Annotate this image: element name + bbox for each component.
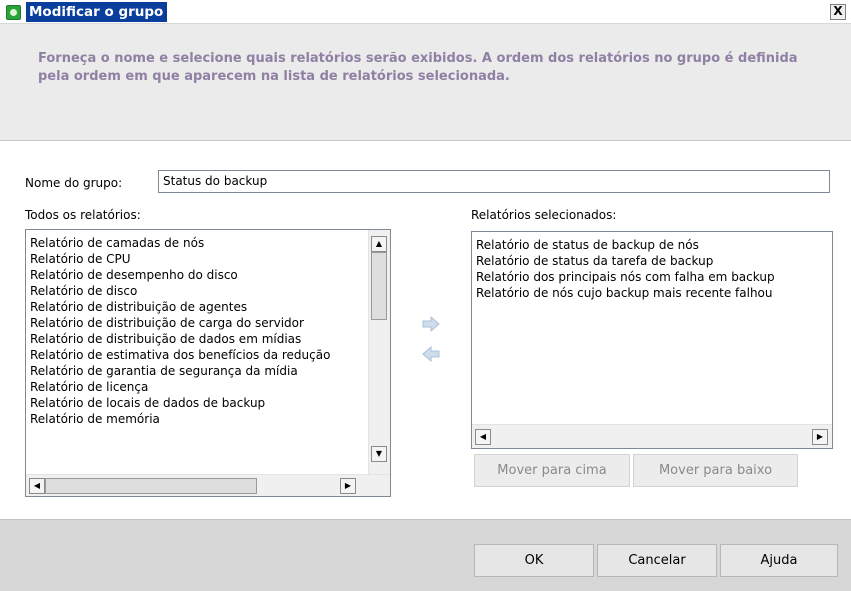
horizontal-scrollbar[interactable]: ◀ ▶ <box>472 424 832 448</box>
list-item[interactable]: Relatório de garantia de segurança da mí… <box>30 363 366 379</box>
group-name-input[interactable]: Status do backup <box>158 170 830 193</box>
vertical-scrollbar[interactable]: ▲ ▼ <box>368 230 390 476</box>
ok-button[interactable]: OK <box>474 544 594 577</box>
scrollbar-thumb[interactable] <box>45 478 257 494</box>
move-up-button[interactable]: Mover para cima <box>474 454 630 487</box>
selected-reports-label: Relatórios selecionados: <box>471 208 617 222</box>
list-item[interactable]: Relatório de distribuição de carga do se… <box>30 315 366 331</box>
list-item[interactable]: Relatório de desempenho do disco <box>30 267 366 283</box>
list-item[interactable]: Relatório de licença <box>30 379 366 395</box>
list-item[interactable]: Relatório de distribuição de agentes <box>30 299 366 315</box>
list-item[interactable]: Relatório de status da tarefa de backup <box>476 253 830 269</box>
list-item[interactable]: Relatório de disco <box>30 283 366 299</box>
close-button[interactable]: X <box>830 4 846 20</box>
horizontal-scrollbar[interactable]: ◀ ▶ <box>26 474 390 496</box>
window-title: Modificar o grupo <box>26 2 168 22</box>
list-item[interactable]: Relatório de estimativa dos benefícios d… <box>30 347 366 363</box>
scroll-right-icon[interactable]: ▶ <box>340 478 356 494</box>
list-item[interactable]: Relatório de status de backup de nós <box>476 237 830 253</box>
all-reports-listbox[interactable]: Relatório de camadas de nós Relatório de… <box>25 229 391 497</box>
all-reports-label: Todos os relatórios: <box>25 208 141 222</box>
list-item[interactable]: Relatório de memória <box>30 411 366 427</box>
list-item[interactable]: Relatório de nós cujo backup mais recent… <box>476 285 830 301</box>
scroll-up-icon[interactable]: ▲ <box>371 236 387 252</box>
arrow-left-icon[interactable] <box>422 346 440 362</box>
scroll-left-icon[interactable]: ◀ <box>29 478 45 494</box>
list-item[interactable]: Relatório de locais de dados de backup <box>30 395 366 411</box>
app-icon <box>6 5 21 20</box>
list-item[interactable]: Relatório de CPU <box>30 251 366 267</box>
group-name-label: Nome do grupo: <box>25 176 123 190</box>
title-bar: Modificar o grupo X <box>0 0 851 24</box>
selected-reports-listbox[interactable]: Relatório de status de backup de nós Rel… <box>471 231 833 449</box>
list-item[interactable]: Relatório de camadas de nós <box>30 235 366 251</box>
scroll-left-icon[interactable]: ◀ <box>475 429 491 445</box>
scroll-down-icon[interactable]: ▼ <box>371 446 387 462</box>
arrow-right-icon[interactable] <box>422 316 440 332</box>
list-item[interactable]: Relatório de distribuição de dados em mí… <box>30 331 366 347</box>
cancel-button[interactable]: Cancelar <box>597 544 717 577</box>
list-item[interactable]: Relatório dos principais nós com falha e… <box>476 269 830 285</box>
move-down-button[interactable]: Mover para baixo <box>633 454 798 487</box>
scroll-right-icon[interactable]: ▶ <box>812 429 828 445</box>
header-description: Forneça o nome e selecione quais relatór… <box>38 51 798 84</box>
scrollbar-thumb[interactable] <box>371 252 387 320</box>
help-button[interactable]: Ajuda <box>720 544 838 577</box>
